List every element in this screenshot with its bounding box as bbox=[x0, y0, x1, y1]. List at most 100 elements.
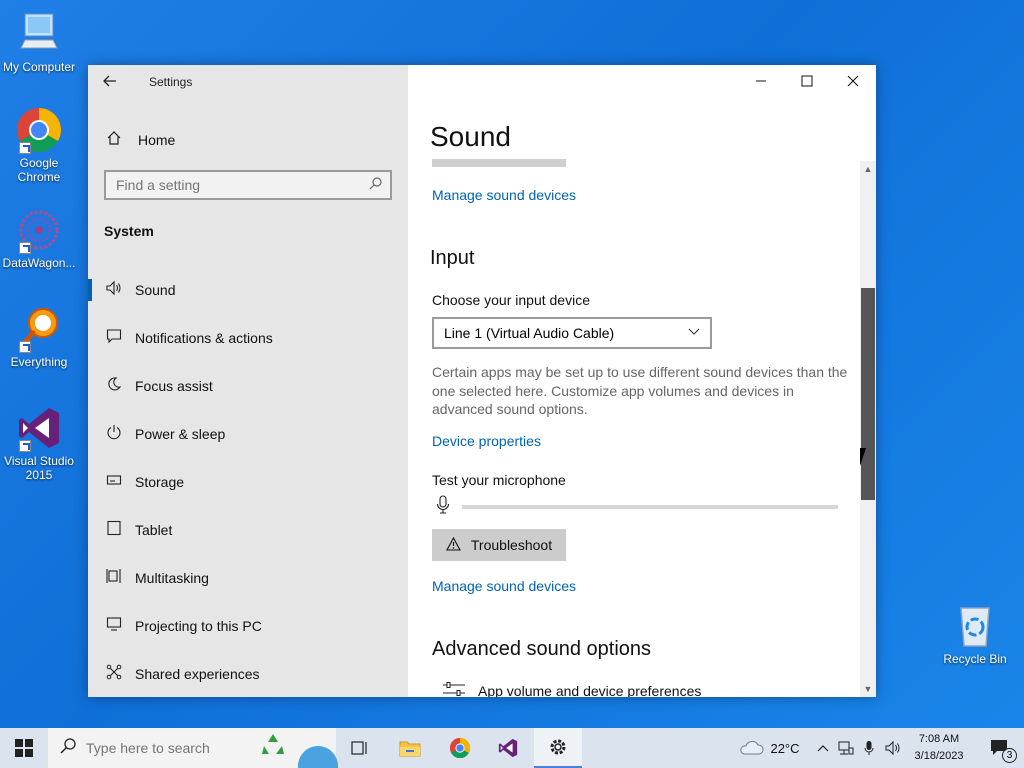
close-button[interactable] bbox=[830, 65, 876, 97]
find-setting-input[interactable] bbox=[106, 172, 356, 198]
start-button[interactable] bbox=[0, 728, 48, 768]
home-nav[interactable]: Home bbox=[104, 129, 175, 151]
desktop-icon-datawagon[interactable]: DataWagon... bbox=[1, 206, 77, 270]
arrow-left-icon bbox=[103, 75, 116, 87]
device-properties-link[interactable]: Device properties bbox=[432, 433, 541, 449]
input-description: Certain apps may be set up to use differ… bbox=[432, 364, 848, 417]
settings-window: Settings Home System Sound bbox=[88, 65, 876, 697]
mouse-cursor-icon bbox=[860, 448, 872, 466]
title-bar[interactable]: Settings bbox=[88, 65, 408, 99]
desktop-icon-visual-studio[interactable]: Visual Studio 2015 bbox=[1, 404, 77, 482]
sidebar-item-label: Notifications & actions bbox=[135, 330, 273, 346]
app-volume-preferences-item[interactable]: App volume and device preferences bbox=[442, 681, 701, 697]
shortcut-arrow-icon bbox=[19, 440, 31, 452]
desktop-icon-everything[interactable]: Everything bbox=[1, 305, 77, 369]
input-heading: Input bbox=[430, 247, 475, 269]
mic-level-track bbox=[462, 505, 838, 509]
find-setting-search[interactable] bbox=[104, 170, 392, 200]
advanced-sound-options-heading: Advanced sound options bbox=[432, 638, 652, 660]
app-title: Settings bbox=[149, 75, 193, 89]
recycle-bin-icon bbox=[951, 602, 999, 650]
cloud-icon bbox=[740, 740, 764, 755]
microphone-icon bbox=[436, 495, 450, 520]
taskbar-search-input[interactable] bbox=[86, 740, 246, 756]
task-view-icon bbox=[351, 741, 367, 755]
projector-icon bbox=[104, 616, 124, 636]
troubleshoot-button[interactable]: Troubleshoot bbox=[432, 529, 566, 561]
settings-taskbar-button[interactable] bbox=[534, 728, 582, 768]
desktop-icon-my-computer[interactable]: My Computer bbox=[1, 10, 77, 74]
sidebar-item-label: Projecting to this PC bbox=[135, 618, 262, 634]
sidebar-item-shared-experiences[interactable]: Shared experiences bbox=[88, 650, 408, 697]
shortcut-arrow-icon bbox=[19, 341, 31, 353]
content-scrollbar[interactable]: ▲ ▼ bbox=[860, 161, 876, 697]
visual-studio-taskbar-button[interactable] bbox=[488, 728, 528, 768]
troubleshoot-label: Troubleshoot bbox=[470, 537, 553, 553]
storage-icon bbox=[104, 472, 124, 492]
chevron-up-icon bbox=[817, 745, 829, 752]
network-icon bbox=[838, 741, 854, 755]
sidebar-item-label: Tablet bbox=[135, 522, 173, 538]
chevron-down-icon bbox=[688, 325, 700, 340]
sidebar-item-focus-assist[interactable]: Focus assist bbox=[88, 362, 408, 410]
manage-sound-devices-link-bottom[interactable]: Manage sound devices bbox=[432, 578, 576, 594]
manage-sound-devices-link-top[interactable]: Manage sound devices bbox=[432, 187, 576, 203]
taskbar-clock[interactable]: 7:08 AM 3/18/2023 bbox=[906, 731, 972, 765]
gear-icon bbox=[550, 739, 566, 755]
microphone-icon bbox=[864, 741, 874, 755]
speaker-icon bbox=[104, 280, 124, 300]
chrome-taskbar-button[interactable] bbox=[440, 728, 480, 768]
minimize-button[interactable] bbox=[738, 65, 784, 97]
desktop-icon-recycle-bin[interactable]: Recycle Bin bbox=[937, 602, 1013, 666]
share-icon bbox=[104, 664, 124, 684]
visual-studio-icon bbox=[498, 738, 518, 758]
back-button[interactable] bbox=[102, 73, 122, 91]
sidebar-item-label: Focus assist bbox=[135, 378, 213, 394]
taskbar-search-box[interactable] bbox=[48, 728, 338, 768]
settings-sidebar: Settings Home System Sound bbox=[88, 65, 408, 697]
home-icon bbox=[104, 130, 124, 150]
sidebar-item-multitasking[interactable]: Multitasking bbox=[88, 554, 408, 602]
sidebar-item-label: Multitasking bbox=[135, 570, 209, 586]
test-mic-label: Test your microphone bbox=[432, 472, 566, 488]
action-center-button[interactable]: 3 bbox=[980, 728, 1020, 768]
sidebar-item-power-sleep[interactable]: Power & sleep bbox=[88, 410, 408, 458]
sound-settings-content: Sound Manage sound devices Input Choose … bbox=[408, 99, 876, 697]
app-volume-label: App volume and device preferences bbox=[478, 683, 702, 697]
folder-icon bbox=[399, 741, 421, 757]
show-hidden-icons-button[interactable] bbox=[814, 728, 832, 768]
desktop-icon-google-chrome[interactable]: Google Chrome bbox=[1, 106, 77, 184]
close-icon bbox=[847, 75, 859, 87]
title-bar-right[interactable] bbox=[408, 65, 876, 99]
warning-icon bbox=[445, 536, 461, 554]
search-icon[interactable] bbox=[369, 177, 382, 193]
weather-widget[interactable]: 22°C bbox=[734, 728, 804, 768]
scroll-down-arrow-icon[interactable]: ▼ bbox=[860, 681, 876, 697]
computer-icon bbox=[15, 10, 63, 58]
file-explorer-taskbar-button[interactable] bbox=[390, 728, 430, 768]
section-heading-system: System bbox=[104, 223, 154, 239]
scrollbar-thumb[interactable] bbox=[861, 288, 875, 500]
maximize-button[interactable] bbox=[784, 65, 830, 97]
task-view-button[interactable] bbox=[340, 728, 380, 768]
volume-tray-button[interactable] bbox=[882, 728, 904, 768]
sidebar-item-tablet[interactable]: Tablet bbox=[88, 506, 408, 554]
everything-search-icon bbox=[15, 305, 63, 353]
clock-date: 3/18/2023 bbox=[914, 750, 964, 762]
sidebar-item-storage[interactable]: Storage bbox=[88, 458, 408, 506]
sidebar-item-notifications[interactable]: Notifications & actions bbox=[88, 314, 408, 362]
sidebar-item-sound[interactable]: Sound bbox=[88, 266, 408, 314]
chrome-icon bbox=[15, 106, 63, 154]
tablet-icon bbox=[104, 520, 124, 540]
weather-temperature: 22°C bbox=[770, 740, 800, 756]
speaker-icon bbox=[885, 740, 900, 756]
input-device-dropdown[interactable]: Line 1 (Virtual Audio Cable) bbox=[432, 317, 712, 349]
shortcut-arrow-icon bbox=[19, 242, 31, 254]
network-tray-button[interactable] bbox=[836, 728, 856, 768]
recycle-search-highlight-icon bbox=[260, 732, 286, 763]
scroll-up-arrow-icon[interactable]: ▲ bbox=[860, 161, 876, 177]
multitasking-icon bbox=[104, 568, 124, 588]
microphone-tray-button[interactable] bbox=[860, 728, 878, 768]
clock-time: 7:08 AM bbox=[918, 733, 960, 745]
sidebar-item-projecting[interactable]: Projecting to this PC bbox=[88, 602, 408, 650]
